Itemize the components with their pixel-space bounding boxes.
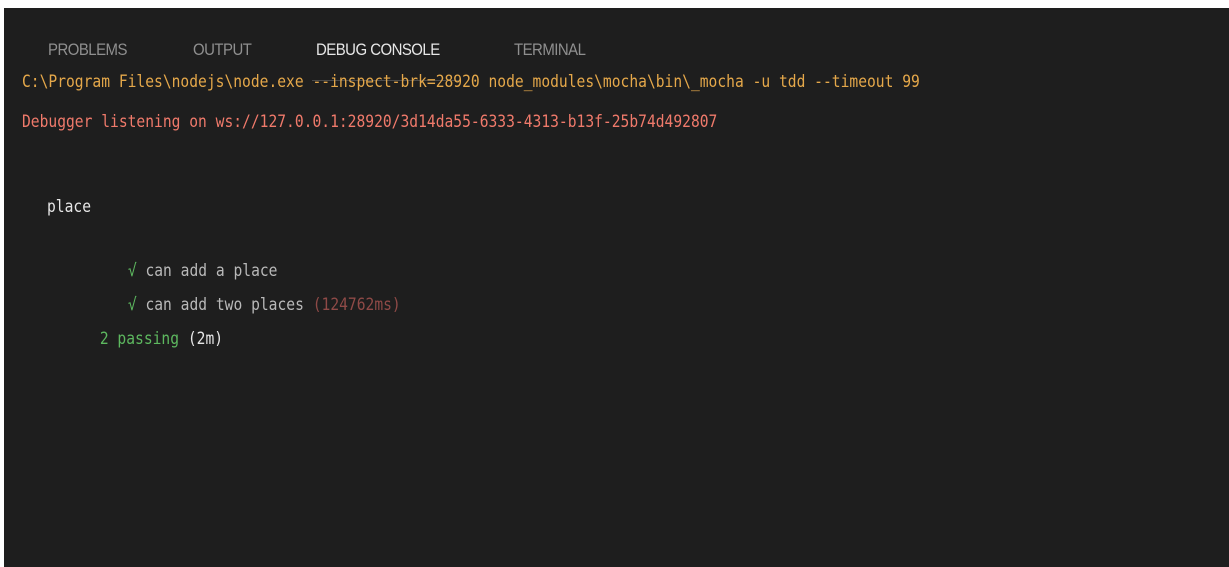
passing-count: 2 passing <box>99 329 180 349</box>
passing-time: (2m) <box>187 329 224 349</box>
tab-terminal[interactable]: TERMINAL <box>514 40 586 60</box>
debug-panel: PROBLEMS OUTPUT DEBUG CONSOLE TERMINAL C… <box>4 8 1229 567</box>
passing-summary: 2 passing (2m) <box>47 300 223 378</box>
tab-problems[interactable]: PROBLEMS <box>48 40 127 60</box>
debug-console-output[interactable]: C:\Program Files\nodejs\node.exe --inspe… <box>4 68 1229 567</box>
command-line: C:\Program Files\nodejs\node.exe --inspe… <box>22 72 920 92</box>
tab-output[interactable]: OUTPUT <box>193 40 252 60</box>
test-duration: (124762ms) <box>312 295 401 315</box>
tab-debug-console[interactable]: DEBUG CONSOLE <box>316 40 440 60</box>
debugger-listening-line: Debugger listening on ws://127.0.0.1:289… <box>22 112 718 132</box>
suite-title: place <box>47 197 92 217</box>
